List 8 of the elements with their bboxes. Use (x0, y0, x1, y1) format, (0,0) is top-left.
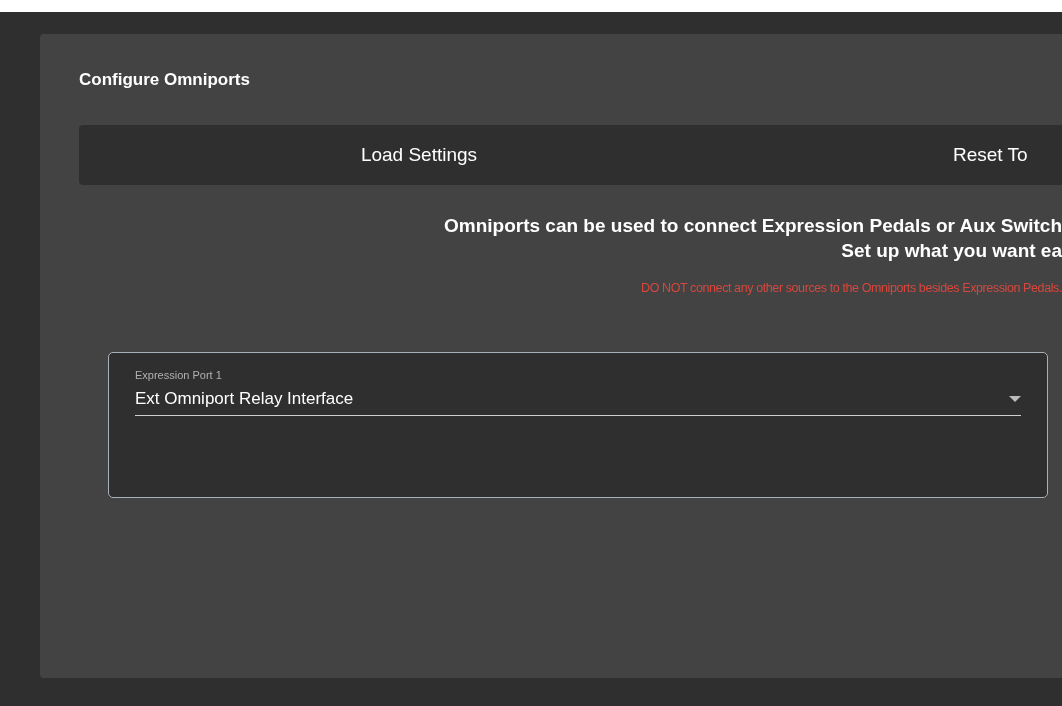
reset-button[interactable]: Reset To (759, 125, 1062, 185)
caret-icon (1009, 396, 1021, 402)
load-settings-button[interactable]: Load Settings (79, 125, 759, 185)
port-select[interactable]: Expression Port 1 Ext Omniport Relay Interface (135, 369, 1021, 416)
intro-text: Set up what you want ea (840, 239, 1062, 263)
panel-title: Configure Omniports (79, 70, 251, 91)
warning-text: DO NOT connect any other sources to the Omniports besides Expression Pedals. (640, 281, 1062, 295)
intro-text: Omniports can be used to connect Expression Pedals or Aux Switch (443, 214, 1062, 238)
